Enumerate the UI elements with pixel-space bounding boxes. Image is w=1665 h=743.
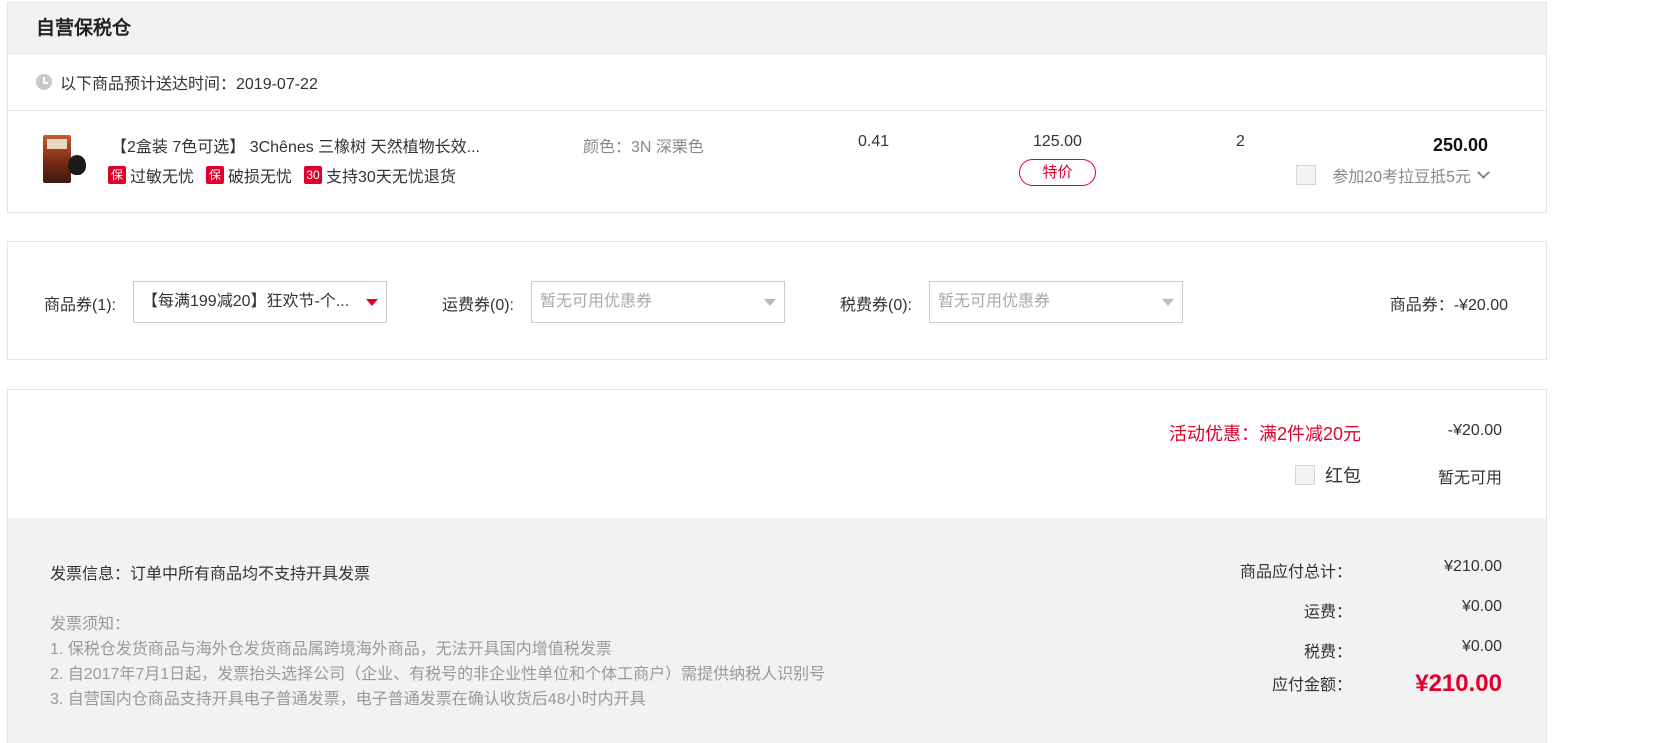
promotion-amount: -¥20.00 xyxy=(1447,422,1502,439)
guarantee-icon: 保 xyxy=(206,166,225,184)
special-price-tag: 特价 xyxy=(1019,159,1096,186)
goods-coupon-select[interactable]: 【每满199减20】狂欢节-个... xyxy=(133,281,387,323)
coupon-discount-summary: 商品券：-¥20.00 xyxy=(1389,297,1508,314)
goods-total-row: 商品应付总计： ¥210.00 xyxy=(1239,558,1502,581)
thirty-days-icon: 30 xyxy=(304,166,323,184)
shipping-coupon-label: 运费券(0): xyxy=(442,297,515,314)
chevron-down-icon[interactable] xyxy=(1477,166,1490,179)
goods-coupon-label: 商品券(1): xyxy=(44,297,117,314)
invoice-note: 3. 自营国内仓商品支持开具电子普通发票，电子普通发票在确认收货后48小时内开具 xyxy=(50,691,646,708)
invoice-note: 1. 保税仓发货商品与海外仓发货商品属跨境海外商品，无法开具国内增值税发票 xyxy=(50,641,612,658)
promotion-label: 活动优惠：满2件减20元 xyxy=(1168,424,1361,444)
redpacket-checkbox[interactable] xyxy=(1295,465,1315,485)
coupon-section: 商品券(1): 【每满199减20】狂欢节-个... 运费券(0): 暂无可用优… xyxy=(7,241,1547,360)
clock-icon xyxy=(36,74,52,90)
product-unit-price: 125.00 xyxy=(1033,133,1082,150)
guarantee-icon: 保 xyxy=(108,166,126,184)
points-label: 参加20考拉豆抵5元 xyxy=(1332,169,1471,186)
shipping-total-row: 运费： ¥0.00 xyxy=(1303,598,1502,621)
delivery-eta-row: 以下商品预计送达时间：2019-07-22 xyxy=(8,54,1546,111)
product-color-spec: 颜色：3N 深栗色 xyxy=(583,139,704,156)
service-badge-damage: 保 破损无忧 xyxy=(206,163,292,187)
payable-amount: ¥210.00 xyxy=(1415,670,1502,697)
dropdown-arrow-icon xyxy=(764,299,776,306)
points-checkbox[interactable] xyxy=(1296,165,1317,185)
promotion-section: 活动优惠：满2件减20元 -¥20.00 红包 暂无可用 xyxy=(7,389,1547,519)
product-subtotal: 250.00 xyxy=(1432,135,1488,155)
tax-coupon-select[interactable]: 暂无可用优惠券 xyxy=(929,281,1183,323)
invoice-notes: 发票须知： 1. 保税仓发货商品与海外仓发货商品属跨境海外商品，无法开具国内增值… xyxy=(50,612,825,712)
tax-coupon-label: 税费券(0): xyxy=(840,297,913,314)
product-quantity: 2 xyxy=(1236,133,1245,150)
points-discount-option[interactable]: 参加20考拉豆抵5元 xyxy=(1296,163,1490,187)
payable-total-row: 应付金额： ¥210.00 xyxy=(1271,670,1502,697)
product-thumbnail[interactable] xyxy=(40,129,90,187)
invoice-notes-title: 发票须知： xyxy=(50,616,131,633)
tax-total-row: 税费： ¥0.00 xyxy=(1303,638,1502,661)
service-badge-return: 30 支持30天无忧退货 xyxy=(304,163,456,187)
dropdown-arrow-icon xyxy=(1162,299,1174,306)
service-badges: 保 过敏无忧 保 破损无忧 30 支持30天无忧退货 xyxy=(108,163,468,187)
warehouse-section: 自营保税仓 以下商品预计送达时间：2019-07-22 【2盒装 7色可选】 3… xyxy=(7,2,1547,213)
dropdown-arrow-icon xyxy=(366,299,378,306)
product-weight: 0.41 xyxy=(858,133,890,150)
service-badge-allergy: 保 过敏无忧 xyxy=(108,163,194,187)
order-summary-section: 发票信息：订单中所有商品均不支持开具发票 发票须知： 1. 保税仓发货商品与海外… xyxy=(7,518,1547,743)
redpacket-value: 暂无可用 xyxy=(1437,470,1502,487)
redpacket-option[interactable]: 红包 xyxy=(1295,462,1361,488)
invoice-info: 发票信息：订单中所有商品均不支持开具发票 xyxy=(50,566,371,583)
delivery-eta-text: 以下商品预计送达时间：2019-07-22 xyxy=(60,76,318,93)
checkout-page: 自营保税仓 以下商品预计送达时间：2019-07-22 【2盒装 7色可选】 3… xyxy=(0,0,1665,743)
shipping-coupon-select[interactable]: 暂无可用优惠券 xyxy=(531,281,785,323)
product-row: 【2盒装 7色可选】 3Chênes 三橡树 天然植物长效... 保 过敏无忧 … xyxy=(8,111,1546,211)
redpacket-label: 红包 xyxy=(1325,466,1361,486)
invoice-note: 2. 自2017年7月1日起，发票抬头选择公司（企业、有税号的非企业性单位和个体… xyxy=(50,666,826,683)
product-title-link[interactable]: 【2盒装 7色可选】 3Chênes 三橡树 天然植物长效... xyxy=(111,133,511,157)
warehouse-title: 自营保税仓 xyxy=(8,3,1546,54)
